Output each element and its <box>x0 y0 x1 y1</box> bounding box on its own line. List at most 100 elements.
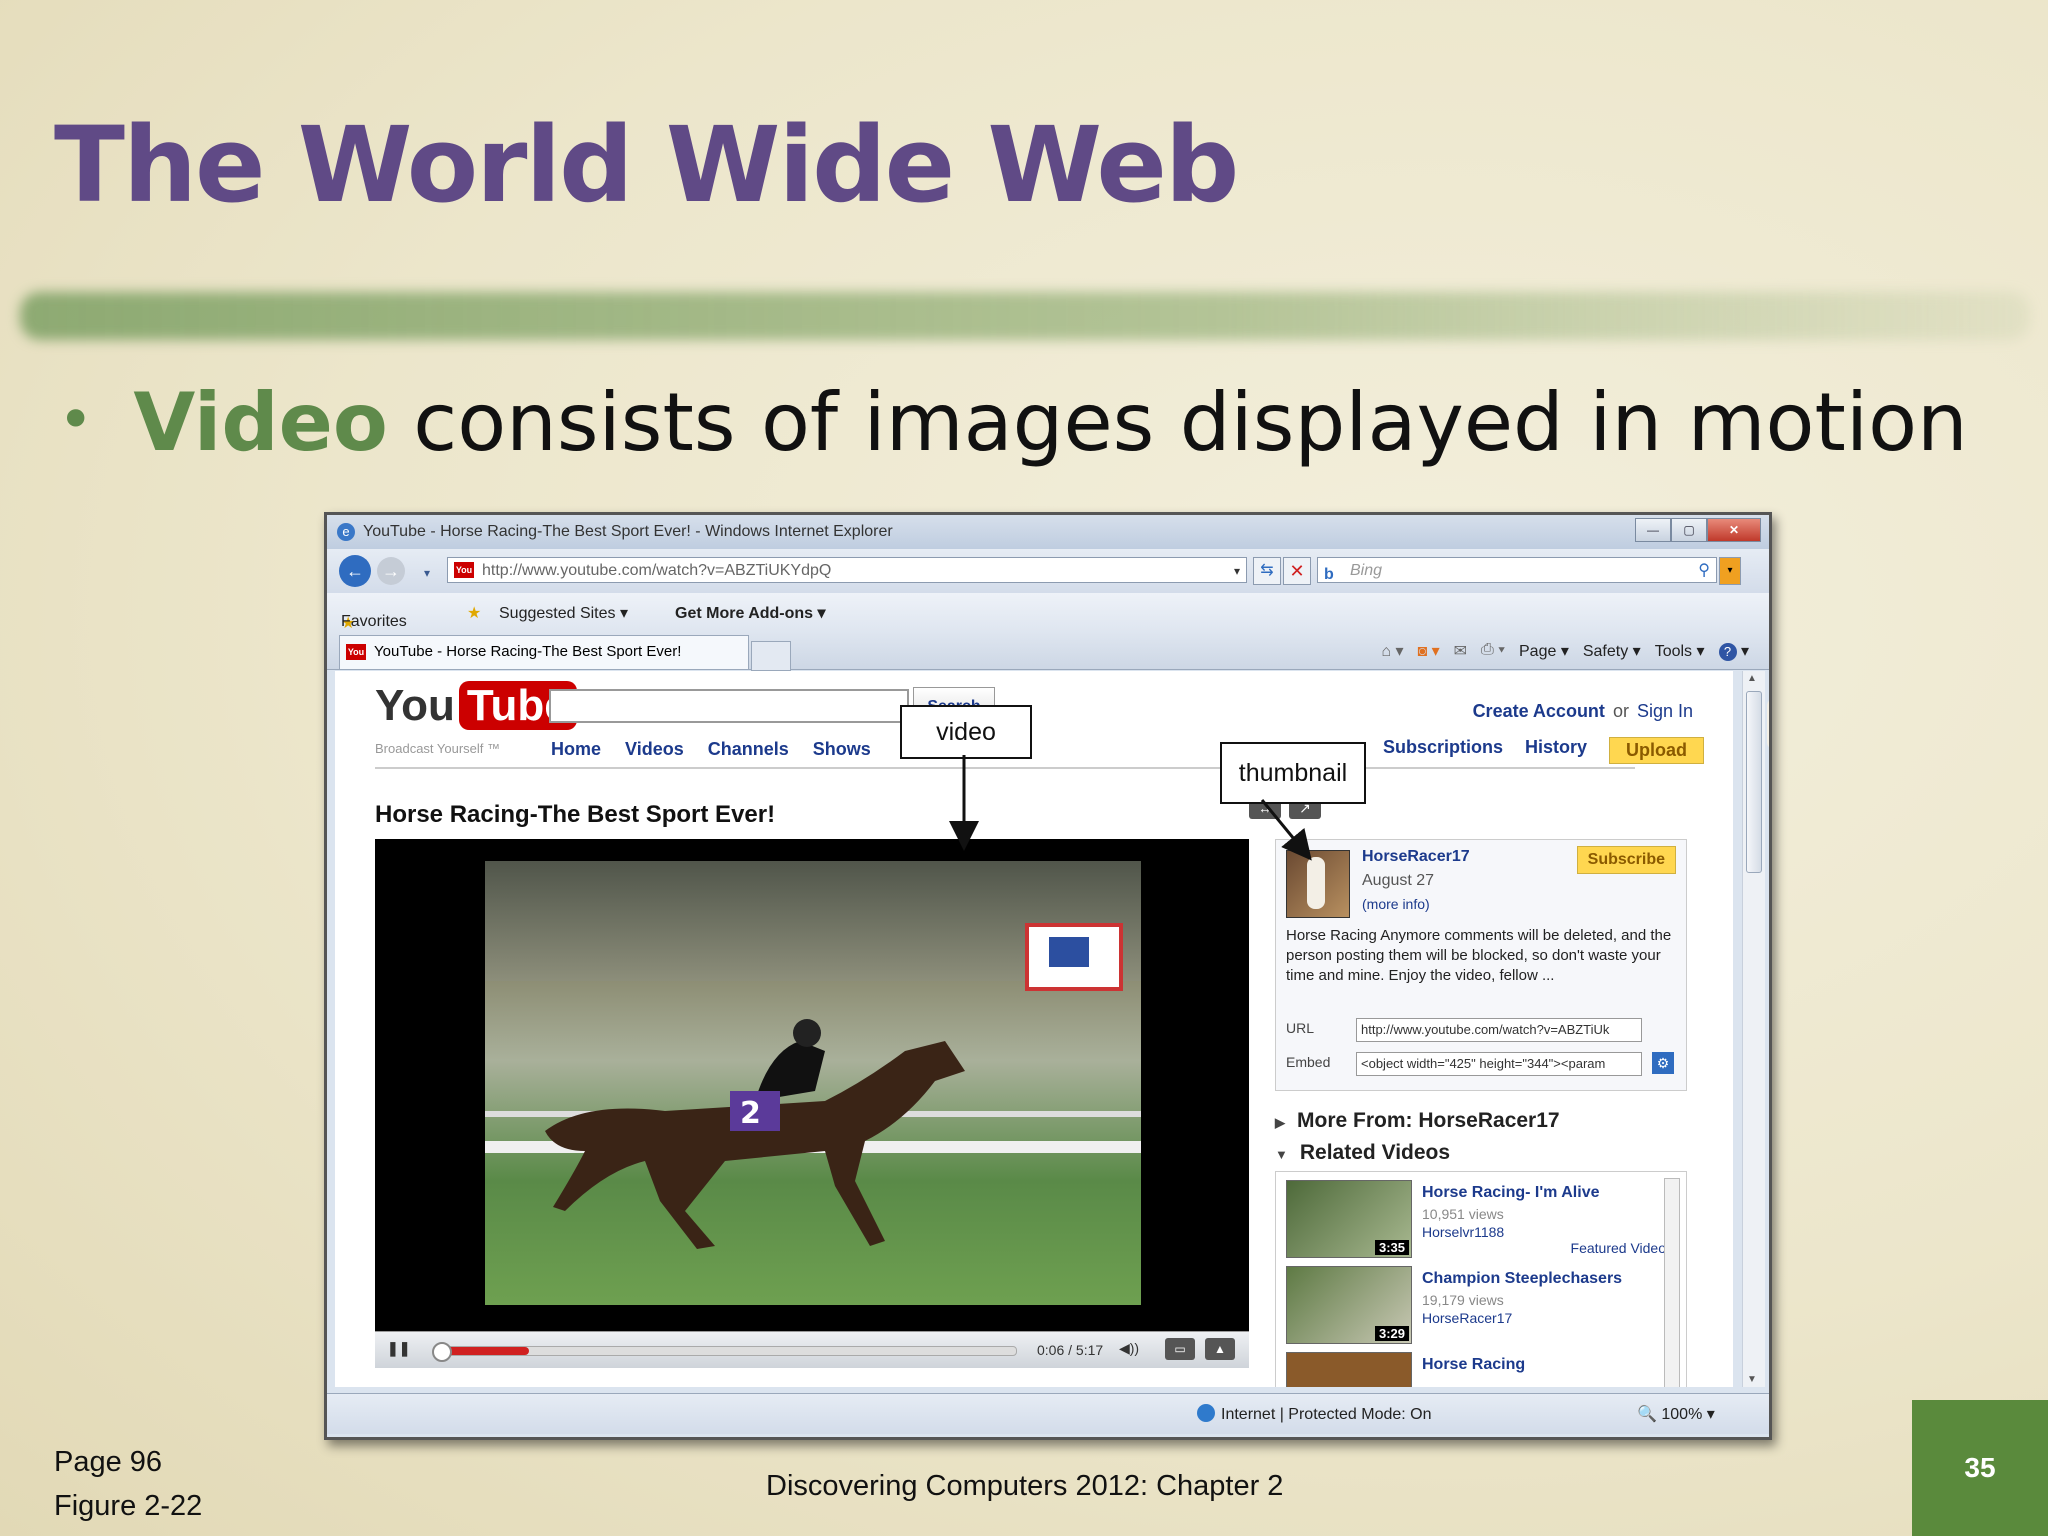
page-menu[interactable]: Page ▾ <box>1519 641 1569 661</box>
related-thumbnail[interactable]: 3:29 <box>1286 1266 1412 1344</box>
security-zone[interactable]: Internet | Protected Mode: On <box>1197 1404 1432 1424</box>
figure-reference: Figure 2-22 <box>54 1490 203 1522</box>
sign-in-link[interactable]: Sign In <box>1637 701 1693 721</box>
close-button[interactable]: ✕ <box>1707 518 1761 542</box>
maximize-button[interactable]: ▢ <box>1671 518 1707 542</box>
embed-label: Embed <box>1286 1054 1331 1070</box>
callout-video: video <box>900 705 1032 759</box>
scroll-up-icon[interactable]: ▲ <box>1747 673 1757 684</box>
video-duration: 3:35 <box>1374 1240 1409 1255</box>
url-row: URL http://www.youtube.com/watch?v=ABZTi… <box>1286 1018 1642 1042</box>
globe-icon <box>1197 1404 1215 1422</box>
address-dropdown-icon[interactable]: ▾ <box>1234 558 1240 584</box>
subscribe-button[interactable]: Subscribe <box>1576 846 1676 874</box>
youtube-nav: Home Videos Channels Shows <box>551 739 871 760</box>
bullet-dot-icon: • <box>58 385 94 455</box>
command-bar: ⌂ ▾ ◙ ▾ ✉ ⎙ ▾ Page ▾ Safety ▾ Tools ▾ ? … <box>1381 641 1749 661</box>
nav-home[interactable]: Home <box>551 739 601 760</box>
list-item[interactable]: 3:35 Horse Racing- I'm Alive 10,951 view… <box>1286 1180 1666 1260</box>
zoom-level[interactable]: 🔍 100% ▾ <box>1637 1404 1715 1424</box>
youtube-logo[interactable]: You Tube <box>375 681 577 731</box>
player-controls: ❚❚ 0:06 / 5:17 ◀)) ▭ ▲ <box>375 1331 1249 1368</box>
upload-button[interactable]: Upload <box>1609 737 1705 764</box>
channel-thumbnail[interactable] <box>1286 850 1350 918</box>
mail-icon[interactable]: ✉ <box>1454 641 1467 661</box>
search-icon[interactable]: ⚲ <box>1698 558 1710 584</box>
more-from-section[interactable]: ▶ More From: HorseRacer17 <box>1275 1109 1560 1133</box>
forward-button[interactable]: → <box>377 557 405 585</box>
tools-menu[interactable]: Tools ▾ <box>1655 641 1705 661</box>
embed-field[interactable]: <object width="425" height="344"><param <box>1356 1052 1642 1076</box>
video-banner <box>1025 923 1123 991</box>
bing-icon: b <box>1324 566 1334 583</box>
new-tab-button[interactable] <box>751 641 791 671</box>
fullscreen-icon[interactable]: ▲ <box>1205 1338 1235 1360</box>
url-label: URL <box>1286 1020 1315 1036</box>
related-thumbnail[interactable] <box>1286 1352 1412 1387</box>
list-item[interactable]: Horse Racing <box>1286 1352 1656 1387</box>
seek-bar[interactable] <box>432 1342 1017 1362</box>
nav-channels[interactable]: Channels <box>708 739 789 760</box>
video-description: Horse Racing Anymore comments will be de… <box>1286 927 1672 984</box>
youtube-search-input[interactable] <box>549 689 909 723</box>
pause-button[interactable]: ❚❚ <box>387 1340 410 1357</box>
tab-favicon-icon: You <box>346 644 366 660</box>
slide-number: 35 <box>1912 1400 2048 1536</box>
minimize-button[interactable]: — <box>1635 518 1671 542</box>
search-input[interactable]: b Bing ⚲ <box>1317 557 1717 583</box>
create-account-link[interactable]: Create Account <box>1473 701 1605 721</box>
history-link[interactable]: History <box>1525 737 1587 764</box>
related-title-link[interactable]: Horse Racing <box>1422 1356 1525 1374</box>
bullet-keyword: Video <box>133 376 388 469</box>
related-thumbnail[interactable]: 3:35 <box>1286 1180 1412 1258</box>
more-info-link[interactable]: (more info) <box>1362 896 1430 912</box>
collapse-arrow-icon: ▼ <box>1275 1147 1288 1162</box>
home-icon[interactable]: ⌂ ▾ <box>1381 641 1403 661</box>
stop-button[interactable]: ✕ <box>1283 557 1311 585</box>
tab-youtube[interactable]: You YouTube - Horse Racing-The Best Spor… <box>339 635 749 669</box>
channel-name-link[interactable]: HorseRacer17 <box>1362 848 1470 866</box>
safety-menu[interactable]: Safety ▾ <box>1583 641 1641 661</box>
address-bar-row: ← → ▾ You http://www.youtube.com/watch?v… <box>327 549 1769 593</box>
refresh-button[interactable]: ⇆ <box>1253 557 1281 585</box>
add-favorite-icon[interactable]: ★ <box>467 603 481 623</box>
related-user-link[interactable]: HorseRacer17 <box>1422 1310 1512 1326</box>
help-menu[interactable]: ? ▾ <box>1718 641 1749 661</box>
related-user-link[interactable]: Horselvr1188 <box>1422 1224 1504 1240</box>
scroll-thumb[interactable] <box>1746 691 1769 873</box>
nav-videos[interactable]: Videos <box>625 739 684 760</box>
tab-row: You YouTube - Horse Racing-The Best Spor… <box>327 631 1769 671</box>
title-underline-band <box>20 292 2030 340</box>
video-player[interactable]: 2 ❚❚ 0:06 / 5:17 ◀)) ▭ ▲ <box>375 839 1249 1368</box>
url-field[interactable]: http://www.youtube.com/watch?v=ABZTiUk <box>1356 1018 1642 1042</box>
nav-shows[interactable]: Shows <box>813 739 871 760</box>
recent-pages-dropdown[interactable]: ▾ <box>411 557 443 589</box>
related-videos-section[interactable]: ▼ Related Videos <box>1275 1141 1450 1165</box>
suggested-sites-link[interactable]: Suggested Sites ▾ <box>499 603 628 623</box>
scroll-down-icon[interactable]: ▼ <box>1747 1374 1757 1385</box>
related-title-link[interactable]: Champion Steeplechasers <box>1422 1270 1622 1288</box>
page-scrollbar[interactable]: ▲ ▼ <box>1742 671 1769 1387</box>
related-views: 10,951 views <box>1422 1206 1504 1222</box>
back-button[interactable]: ← <box>339 555 371 587</box>
embed-row: Embed <object width="425" height="344"><… <box>1286 1052 1674 1076</box>
svg-text:2: 2 <box>740 1096 761 1131</box>
widescreen-icon[interactable]: ▭ <box>1165 1338 1195 1360</box>
window-titlebar[interactable]: e YouTube - Horse Racing-The Best Sport … <box>327 515 1769 549</box>
search-placeholder: Bing <box>1350 562 1383 579</box>
seek-handle[interactable] <box>432 1342 452 1362</box>
video-frame-horse-racing: 2 <box>485 861 1141 1305</box>
address-input[interactable]: You http://www.youtube.com/watch?v=ABZTi… <box>447 557 1247 583</box>
list-item[interactable]: 3:29 Champion Steeplechasers 19,179 view… <box>1286 1266 1656 1346</box>
gear-icon[interactable]: ⚙ <box>1652 1052 1674 1074</box>
print-icon[interactable]: ⎙ ▾ <box>1481 641 1505 661</box>
related-title-link[interactable]: Horse Racing- I'm Alive <box>1422 1184 1599 1202</box>
get-addons-link[interactable]: Get More Add-ons ▾ <box>675 603 826 623</box>
search-options-dropdown[interactable]: ▾ <box>1719 557 1741 585</box>
volume-icon[interactable]: ◀)) <box>1119 1340 1139 1357</box>
zoom-text: 100% <box>1661 1406 1703 1423</box>
related-scrollbar[interactable] <box>1664 1178 1680 1387</box>
subscriptions-link[interactable]: Subscriptions <box>1383 737 1503 764</box>
related-videos-list: 3:35 Horse Racing- I'm Alive 10,951 view… <box>1275 1171 1687 1387</box>
feeds-icon[interactable]: ◙ ▾ <box>1417 641 1439 661</box>
